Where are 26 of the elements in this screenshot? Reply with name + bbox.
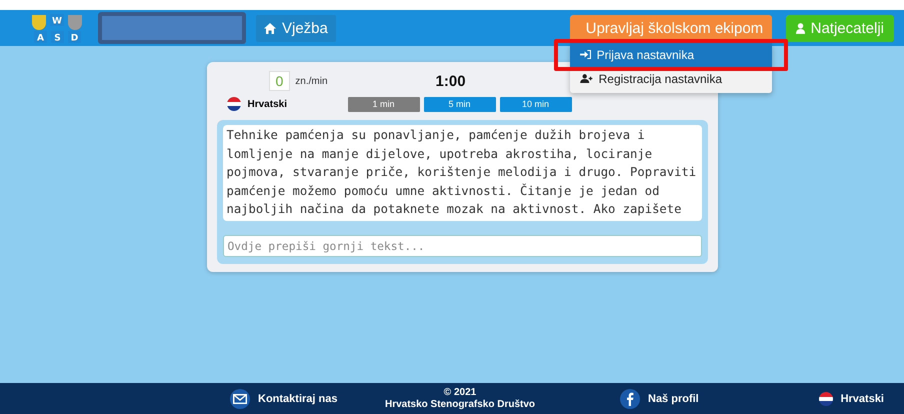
input-field[interactable]: Ovdje prepiši gornji tekst... [222, 235, 702, 257]
competitors-button[interactable]: Natjecatelji [786, 14, 894, 42]
menu-item[interactable]: Registracija nastavnika [570, 66, 772, 90]
copyright-text: © 2021 [444, 386, 476, 398]
organization-name: Hrvatsko Stenografsko Društvo [384, 398, 536, 410]
speed-unit: zn./min [295, 76, 328, 86]
home-icon [264, 22, 276, 34]
user-plus-icon [580, 74, 593, 83]
facebook-icon[interactable] [620, 388, 640, 408]
contact-link[interactable]: Kontaktiraj nas [258, 392, 338, 404]
timer: 1:00 [436, 72, 466, 90]
flag-icon [226, 97, 240, 111]
speed-counter: 0 [268, 71, 290, 91]
language-label: Hrvatski [248, 98, 288, 110]
duration-button[interactable]: 5 min [424, 96, 496, 112]
sign-in-icon [580, 50, 591, 59]
language-link[interactable]: Hrvatski [840, 392, 884, 404]
user-icon [796, 22, 805, 34]
duration-button[interactable]: 10 min [500, 96, 572, 112]
team-button[interactable]: Upravljaj školskom ekipom [570, 14, 772, 42]
source-text: Tehnike pamćenja su ponavljanje, pamćenje dužih brojeva i lomljenje na manje dijelove, upotreba akrostiha, lociranje pojmova, stvaranje priče, korištenje melodija i drugo. Popraviti pamćenje možemo pomoću umne aktivnosti. Čitanje je jedan od najboljih načina da potaknete mozak na aktivnost. Ako zapišete [222, 125, 702, 221]
profile-link[interactable]: Naš profil [648, 392, 699, 404]
duration-button[interactable]: 1 min [348, 96, 420, 112]
nav-link[interactable]: Vježba [256, 14, 336, 42]
mail-icon[interactable] [230, 388, 250, 408]
menu-item[interactable]: Prijava nastavnika [570, 42, 772, 66]
